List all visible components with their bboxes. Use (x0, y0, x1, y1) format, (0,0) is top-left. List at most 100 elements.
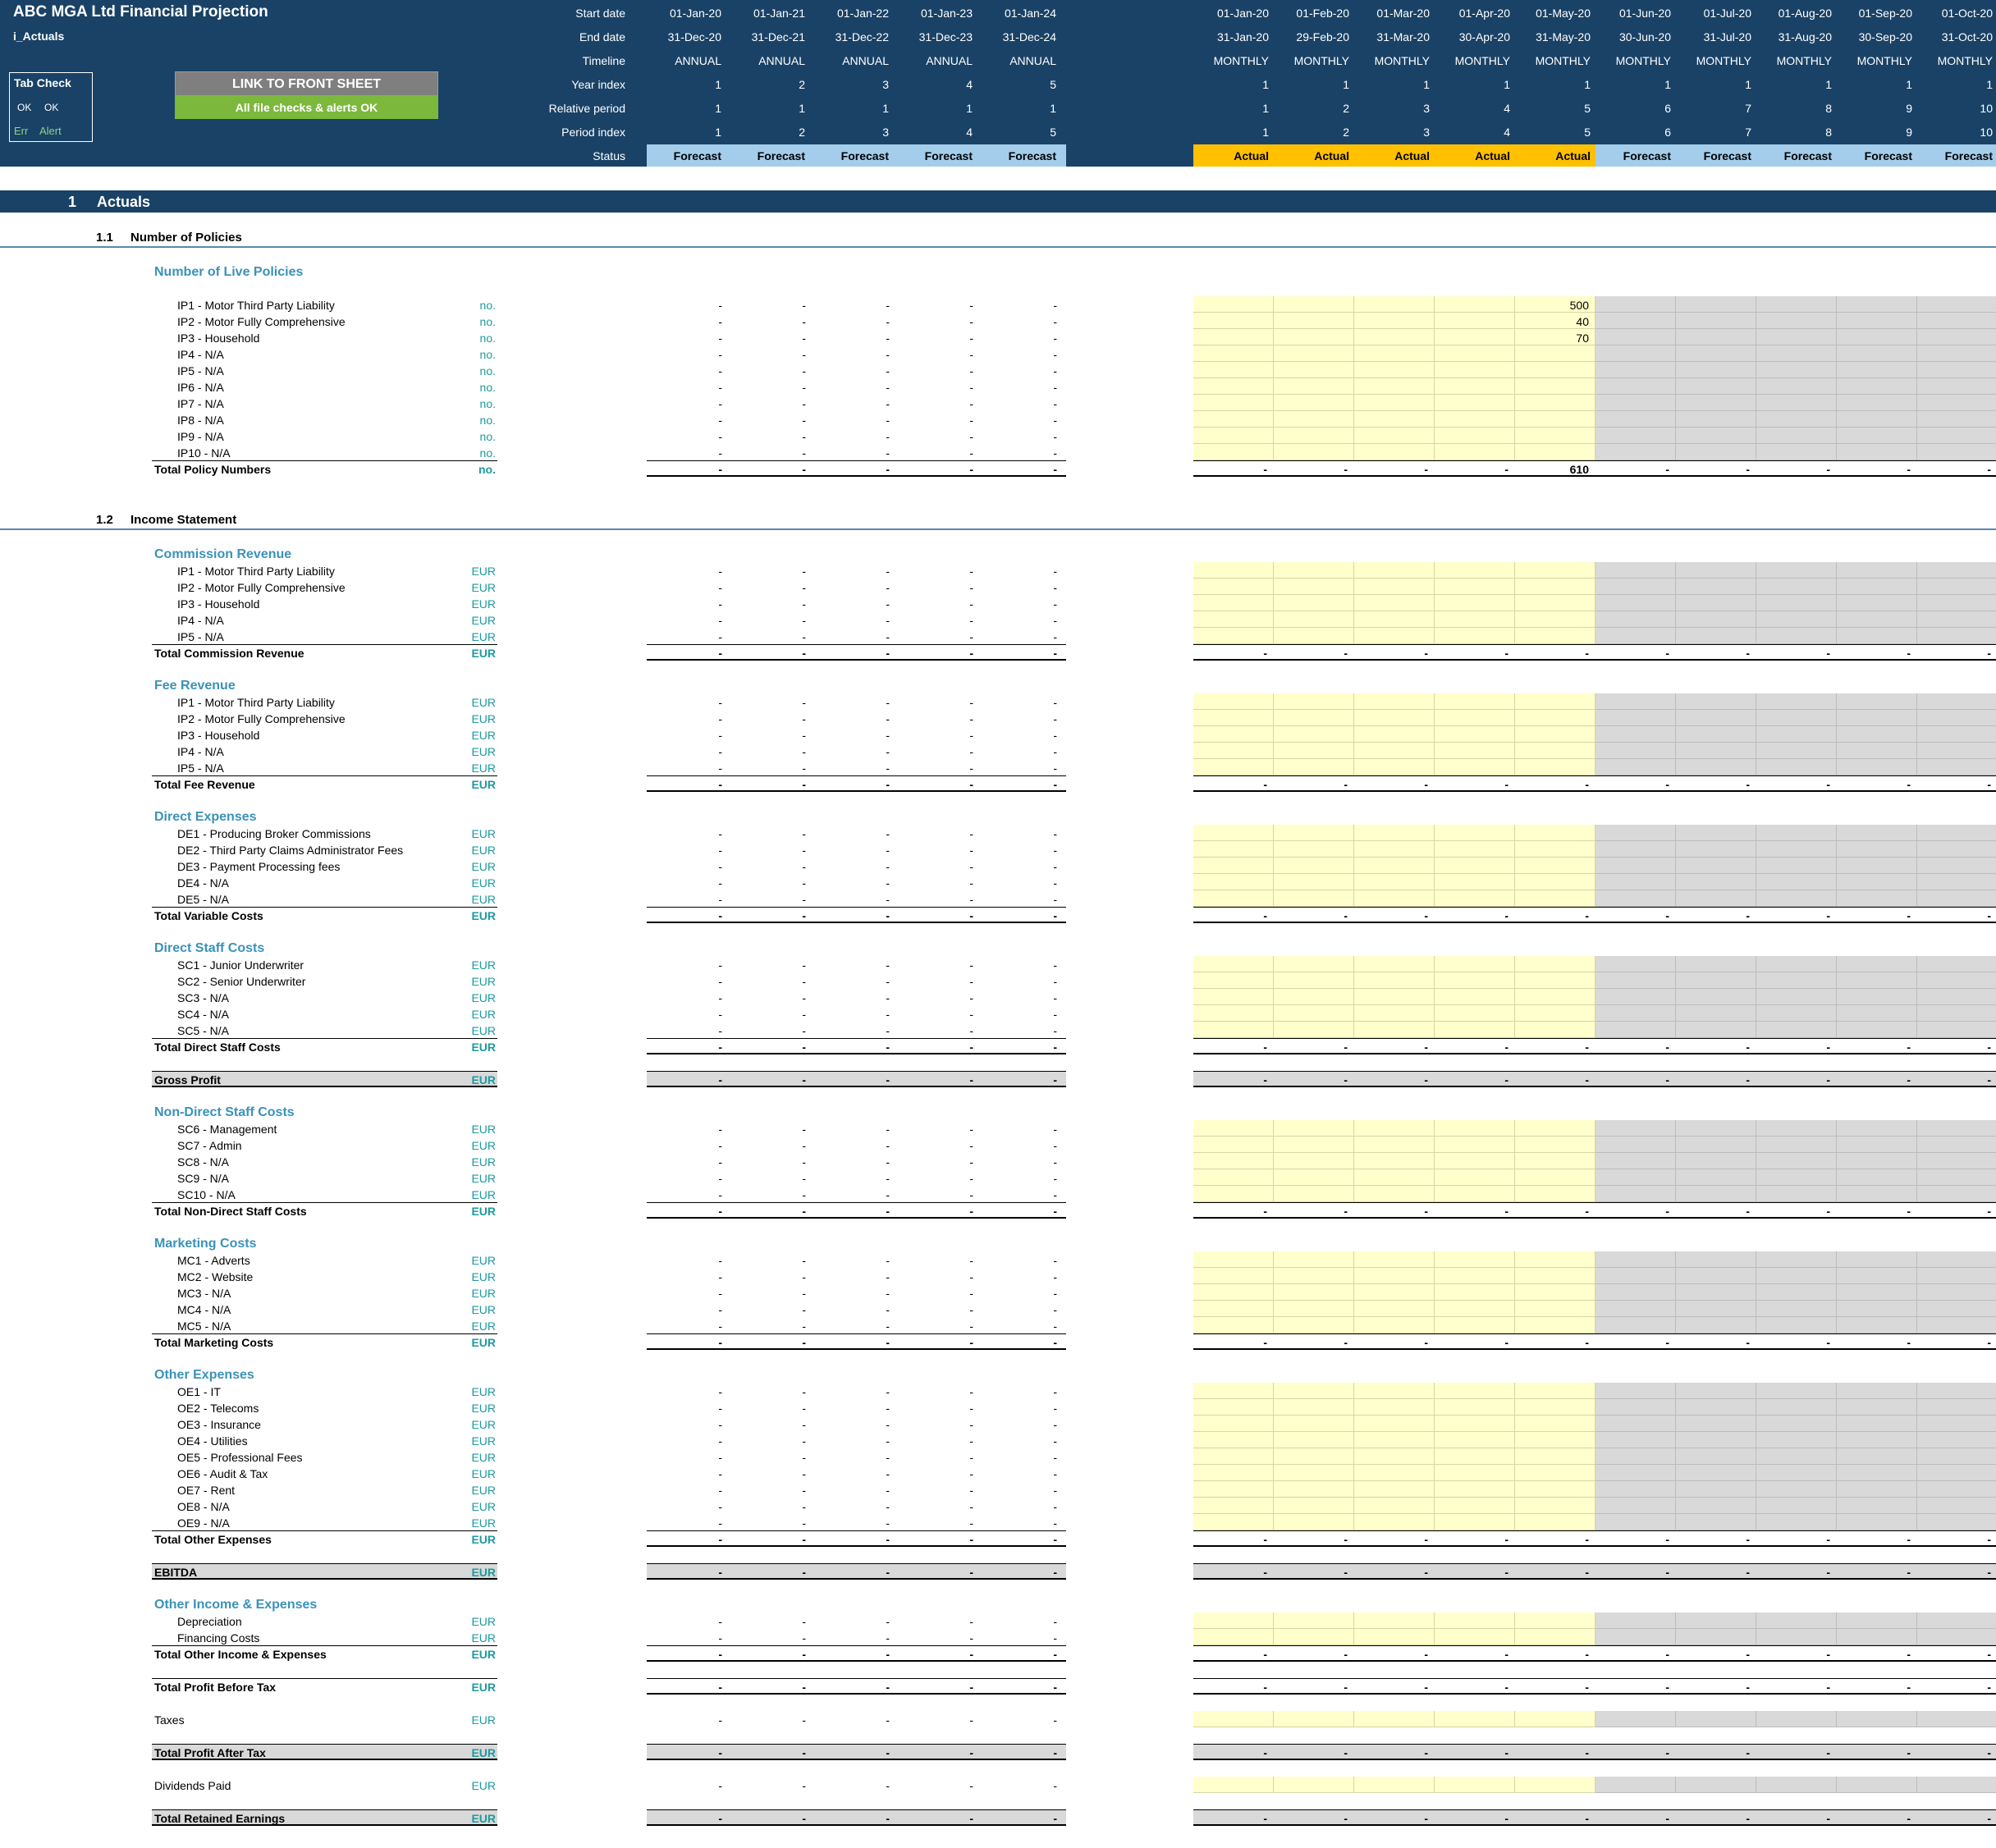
input-cell[interactable] (1515, 825, 1595, 841)
input-cell[interactable] (1274, 1317, 1354, 1333)
input-cell[interactable] (1193, 411, 1274, 428)
input-cell[interactable] (1193, 595, 1274, 611)
input-cell[interactable] (1274, 1120, 1354, 1137)
input-cell[interactable] (1193, 1186, 1274, 1202)
input-cell[interactable] (1274, 726, 1354, 743)
input-cell[interactable] (1193, 1153, 1274, 1169)
input-cell[interactable] (1274, 595, 1354, 611)
input-cell[interactable] (1193, 1383, 1274, 1399)
input-cell[interactable] (1435, 395, 1515, 411)
input-cell[interactable] (1193, 693, 1274, 710)
input-cell[interactable] (1274, 345, 1354, 362)
input-cell[interactable] (1193, 1416, 1274, 1432)
input-cell[interactable] (1515, 1498, 1595, 1514)
input-cell[interactable] (1435, 1777, 1515, 1793)
input-cell[interactable] (1193, 1399, 1274, 1416)
input-cell[interactable] (1193, 345, 1274, 362)
input-cell[interactable] (1274, 1711, 1354, 1727)
file-checks-status-button[interactable]: All file checks & alerts OK (175, 96, 438, 119)
input-cell[interactable] (1435, 1399, 1515, 1416)
input-cell[interactable] (1193, 313, 1274, 329)
input-cell[interactable] (1354, 1137, 1435, 1153)
input-cell[interactable] (1354, 313, 1435, 329)
input-cell[interactable] (1193, 611, 1274, 628)
input-cell[interactable] (1354, 444, 1435, 460)
input-cell[interactable] (1274, 1416, 1354, 1432)
input-cell[interactable] (1435, 579, 1515, 595)
input-cell[interactable] (1274, 562, 1354, 579)
input-cell[interactable] (1274, 628, 1354, 644)
input-cell[interactable] (1515, 1777, 1595, 1793)
input-cell[interactable] (1274, 1399, 1354, 1416)
input-cell[interactable] (1435, 1120, 1515, 1137)
input-cell[interactable] (1193, 1777, 1274, 1793)
input-cell[interactable] (1435, 1383, 1515, 1399)
input-cell[interactable] (1515, 858, 1595, 874)
input-cell[interactable] (1193, 296, 1274, 313)
input-cell[interactable] (1274, 1005, 1354, 1022)
input-cell[interactable] (1515, 1432, 1595, 1448)
input-cell[interactable] (1193, 1137, 1274, 1153)
monthly-value[interactable]: 40 (1515, 316, 1589, 327)
input-cell[interactable] (1354, 841, 1435, 858)
input-cell[interactable] (1274, 1301, 1354, 1317)
input-cell[interactable] (1515, 1612, 1595, 1629)
input-cell[interactable] (1435, 1711, 1515, 1727)
input-cell[interactable] (1193, 989, 1274, 1005)
input-cell[interactable] (1515, 1465, 1595, 1481)
input-cell[interactable] (1435, 1465, 1515, 1481)
input-cell[interactable] (1354, 956, 1435, 972)
input-cell[interactable] (1515, 378, 1595, 395)
input-cell[interactable] (1274, 1432, 1354, 1448)
input-cell[interactable] (1515, 1481, 1595, 1498)
input-cell[interactable] (1193, 1498, 1274, 1514)
input-cell[interactable] (1354, 1120, 1435, 1137)
input-cell[interactable] (1354, 296, 1435, 313)
input-cell[interactable] (1435, 628, 1515, 644)
input-cell[interactable] (1354, 1498, 1435, 1514)
input-cell[interactable] (1515, 1137, 1595, 1153)
input-cell[interactable] (1354, 1629, 1435, 1645)
input-cell[interactable] (1515, 1268, 1595, 1284)
input-cell[interactable] (1435, 444, 1515, 460)
input-cell[interactable] (1274, 1153, 1354, 1169)
input-cell[interactable] (1435, 411, 1515, 428)
input-cell[interactable] (1193, 1711, 1274, 1727)
input-cell[interactable] (1193, 1612, 1274, 1629)
input-cell[interactable] (1274, 1284, 1354, 1301)
input-cell[interactable] (1515, 1383, 1595, 1399)
input-cell[interactable] (1435, 759, 1515, 775)
input-cell[interactable] (1193, 1301, 1274, 1317)
input-cell[interactable] (1354, 562, 1435, 579)
input-cell[interactable] (1193, 395, 1274, 411)
input-cell[interactable] (1515, 1317, 1595, 1333)
input-cell[interactable] (1274, 1465, 1354, 1481)
input-cell[interactable] (1193, 428, 1274, 444)
input-cell[interactable] (1193, 329, 1274, 345)
input-cell[interactable] (1515, 345, 1595, 362)
input-cell[interactable] (1435, 296, 1515, 313)
input-cell[interactable] (1435, 726, 1515, 743)
input-cell[interactable] (1274, 1514, 1354, 1530)
input-cell[interactable] (1354, 595, 1435, 611)
input-cell[interactable] (1274, 428, 1354, 444)
input-cell[interactable] (1274, 989, 1354, 1005)
input-cell[interactable] (1435, 1169, 1515, 1186)
input-cell[interactable] (1515, 1448, 1595, 1465)
input-cell[interactable] (1274, 296, 1354, 313)
input-cell[interactable] (1274, 1481, 1354, 1498)
input-cell[interactable] (1193, 562, 1274, 579)
input-cell[interactable] (1193, 378, 1274, 395)
input-cell[interactable] (1193, 579, 1274, 595)
input-cell[interactable] (1193, 1629, 1274, 1645)
input-cell[interactable] (1354, 1005, 1435, 1022)
input-cell[interactable] (1435, 1301, 1515, 1317)
input-cell[interactable] (1515, 395, 1595, 411)
input-cell[interactable] (1435, 1022, 1515, 1038)
input-cell[interactable] (1515, 956, 1595, 972)
input-cell[interactable] (1435, 1268, 1515, 1284)
input-cell[interactable] (1435, 743, 1515, 759)
input-cell[interactable] (1515, 710, 1595, 726)
input-cell[interactable] (1515, 743, 1595, 759)
input-cell[interactable] (1193, 1448, 1274, 1465)
